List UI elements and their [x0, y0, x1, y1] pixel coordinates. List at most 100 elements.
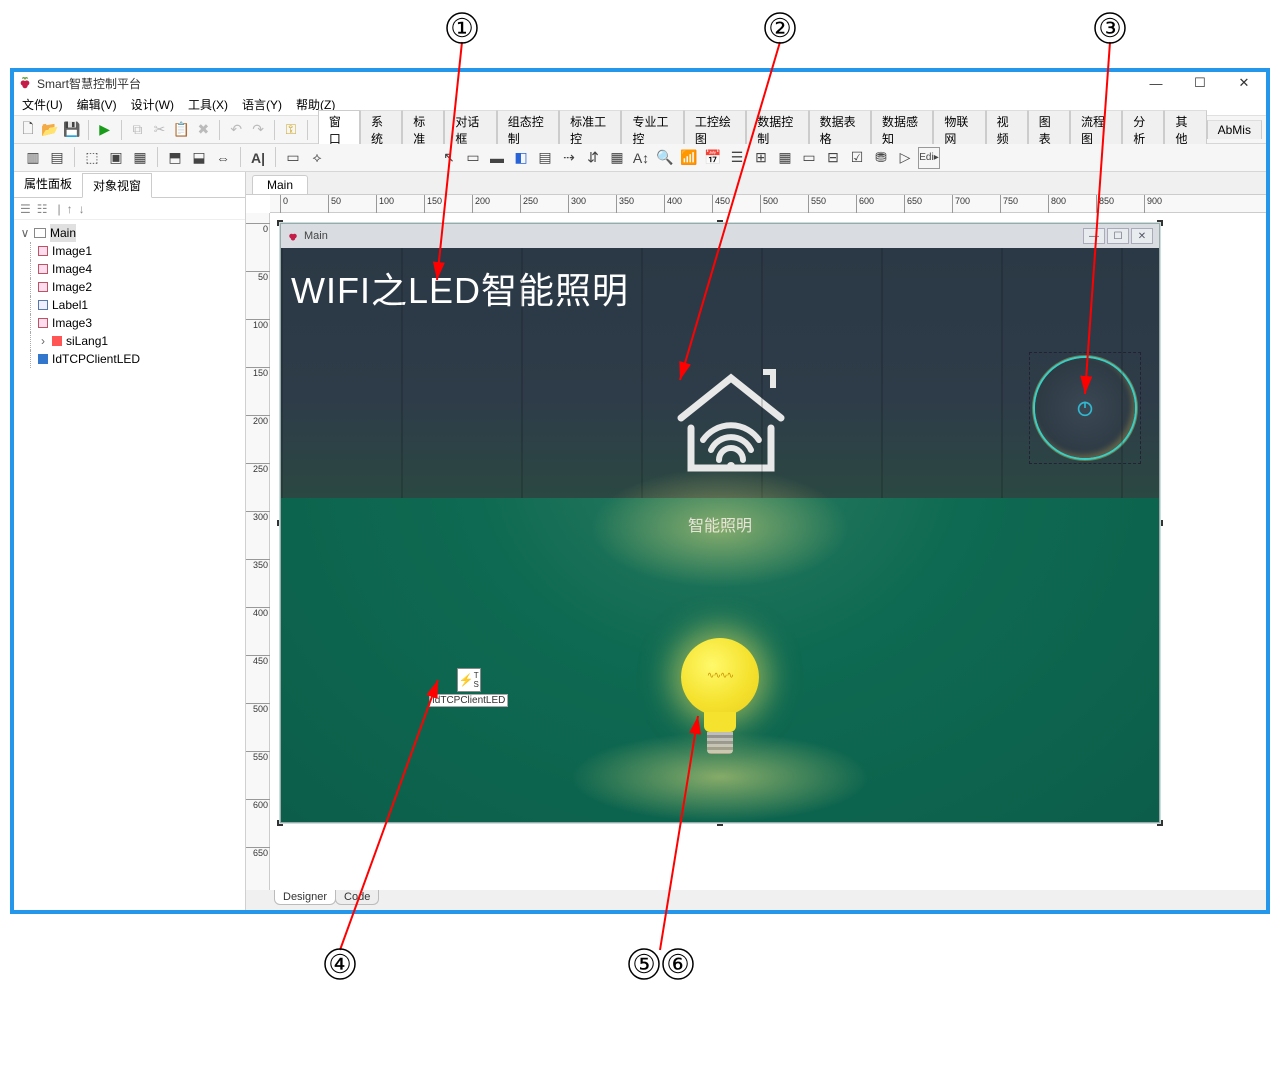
delete-icon[interactable]: ✖: [193, 119, 213, 141]
align-top-icon[interactable]: ⬒: [164, 147, 186, 169]
menu-edit[interactable]: 编辑(V): [77, 96, 117, 113]
comp-signal-icon[interactable]: 📶: [678, 147, 700, 169]
tree-item[interactable]: ›siLang1: [20, 332, 239, 350]
window-minimize-button[interactable]: —: [1134, 72, 1178, 94]
svg-text:④: ④: [328, 950, 351, 979]
side-filter-icon[interactable]: ☰: [20, 202, 31, 216]
tree-item[interactable]: Image2: [20, 278, 239, 296]
window-maximize-button[interactable]: ☐: [1178, 72, 1222, 94]
header-label: WIFI之LED智能照明: [291, 262, 629, 314]
open-icon[interactable]: 📂: [40, 119, 60, 141]
image-bottom-panel[interactable]: 智能照明 ⚡TS IdTCPClientLED ∿∿∿∿: [281, 498, 1159, 822]
power-button-image[interactable]: [1035, 358, 1135, 458]
comp-tree-icon[interactable]: ⊞: [750, 147, 772, 169]
send-back-icon[interactable]: ⬚: [81, 147, 103, 169]
form-close-button[interactable]: ✕: [1131, 228, 1153, 244]
group-icon[interactable]: ▦: [129, 147, 151, 169]
new-icon[interactable]: 🗋: [18, 119, 38, 141]
document-tab-main[interactable]: Main: [252, 175, 308, 194]
menu-tools[interactable]: 工具(X): [188, 96, 228, 113]
app-title: Smart智慧控制平台: [37, 75, 141, 92]
svg-text:②: ②: [768, 14, 791, 43]
svg-text:⑥: ⑥: [666, 950, 689, 979]
tree-root[interactable]: ∨ Main: [20, 224, 239, 242]
window-close-button[interactable]: ✕: [1222, 72, 1266, 94]
tree-item[interactable]: Label1: [20, 296, 239, 314]
toolbar-align: ▥ ▤ ⬚ ▣ ▦ ⬒ ⬓ ⇔ A| ▭ ⟡ ↖ ▭ ▬ ◧ ▤ ⇢ ⇵ ▦ A…: [14, 144, 1266, 172]
align-left-icon[interactable]: ▥: [22, 147, 44, 169]
comp-table-icon[interactable]: ▦: [774, 147, 796, 169]
comp-panel-icon[interactable]: ▭: [462, 147, 484, 169]
menu-file[interactable]: 文件(U): [22, 96, 63, 113]
selection-outline: [1029, 352, 1141, 464]
paste-icon[interactable]: 📋: [171, 119, 191, 141]
comp-play-icon[interactable]: ▷: [894, 147, 916, 169]
tcp-component-label: IdTCPClientLED: [429, 694, 508, 707]
side-up-icon[interactable]: ↑: [67, 202, 73, 216]
image-top-panel[interactable]: WIFI之LED智能照明: [281, 248, 1159, 498]
comp-grid-icon[interactable]: ▦: [606, 147, 628, 169]
tree-item[interactable]: Image4: [20, 260, 239, 278]
comp-edit2-icon[interactable]: Edi▸: [918, 147, 940, 169]
comp-zoom-icon[interactable]: 🔍: [654, 147, 676, 169]
redo-icon[interactable]: ↷: [248, 119, 268, 141]
comp-hline-icon[interactable]: ⇢: [558, 147, 580, 169]
idtcpclient-component[interactable]: ⚡TS IdTCPClientLED: [429, 668, 508, 707]
side-tab-object-inspector[interactable]: 对象视窗: [82, 173, 152, 198]
comp-slider-icon[interactable]: ⊟: [822, 147, 844, 169]
form-min-button[interactable]: —: [1083, 228, 1105, 244]
side-tab-properties[interactable]: 属性面板: [14, 172, 82, 197]
tree-item[interactable]: Image3: [20, 314, 239, 332]
menu-design[interactable]: 设计(W): [131, 96, 174, 113]
palette-tab-abmis[interactable]: AbMis: [1207, 120, 1262, 139]
bring-front-icon[interactable]: ▣: [105, 147, 127, 169]
svg-text:③: ③: [1098, 14, 1121, 43]
tab-code[interactable]: Code: [335, 890, 379, 905]
form-main-window[interactable]: Main — ☐ ✕ WIFI之LED智能照明: [280, 223, 1160, 823]
comp-color-icon[interactable]: ◧: [510, 147, 532, 169]
form-title-text: Main: [304, 230, 328, 242]
designer-area: Main 05010015020025030035040045050055060…: [246, 172, 1266, 910]
align-right-icon[interactable]: ▤: [46, 147, 68, 169]
save-icon[interactable]: 💾: [62, 119, 82, 141]
snap2-icon[interactable]: ⟡: [306, 147, 328, 169]
undo-icon[interactable]: ↶: [226, 119, 246, 141]
comp-check-icon[interactable]: ☑: [846, 147, 868, 169]
snap-icon[interactable]: ▭: [282, 147, 304, 169]
comp-list-icon[interactable]: ☰: [726, 147, 748, 169]
text-icon[interactable]: A|: [247, 147, 269, 169]
tree-item[interactable]: IdTCPClientLED: [20, 350, 239, 368]
comp-cal-icon[interactable]: 📅: [702, 147, 724, 169]
run-icon[interactable]: ▶: [95, 119, 115, 141]
raspberry-icon: [18, 76, 32, 90]
side-filter2-icon[interactable]: ☷: [37, 202, 48, 216]
svg-text:①: ①: [450, 14, 473, 43]
tab-designer[interactable]: Designer: [274, 890, 336, 905]
cursor-icon[interactable]: ↖: [438, 147, 460, 169]
ruler-vertical: 050100150200250300350400450500550600650: [246, 213, 270, 890]
comp-edit-icon[interactable]: A↕: [630, 147, 652, 169]
form-max-button[interactable]: ☐: [1107, 228, 1129, 244]
comp-btn-icon[interactable]: ▭: [798, 147, 820, 169]
application-window: Smart智慧控制平台 — ☐ ✕ 文件(U) 编辑(V) 设计(W) 工具(X…: [10, 68, 1270, 914]
align-bottom-icon[interactable]: ⬓: [188, 147, 210, 169]
titlebar: Smart智慧控制平台 — ☐ ✕: [14, 72, 1266, 94]
raspberry-icon: [287, 230, 299, 242]
dist-h-icon[interactable]: ⇔: [212, 147, 234, 169]
key-icon[interactable]: ⚿: [281, 119, 301, 141]
object-tree: ∨ Main Image1 Image4 Image2 Label1 Image…: [14, 220, 245, 372]
comp-chart-icon[interactable]: ▤: [534, 147, 556, 169]
tree-root-label: Main: [50, 224, 76, 242]
menu-language[interactable]: 语言(Y): [242, 96, 282, 113]
comp-db-icon[interactable]: ⛃: [870, 147, 892, 169]
tcp-component-icon: ⚡TS: [457, 668, 481, 692]
side-down-icon[interactable]: ↓: [79, 202, 85, 216]
copy-icon[interactable]: ⧉: [128, 119, 148, 141]
ruler-horizontal: 0501001502002503003504004505005506006507…: [270, 195, 1266, 213]
design-canvas[interactable]: 0501001502002503003504004505005506006507…: [246, 194, 1266, 890]
cut-icon[interactable]: ✂: [150, 119, 170, 141]
comp-split-icon[interactable]: ⇵: [582, 147, 604, 169]
tree-item[interactable]: Image1: [20, 242, 239, 260]
comp-panel2-icon[interactable]: ▬: [486, 147, 508, 169]
wifi-house-icon: [661, 358, 801, 478]
